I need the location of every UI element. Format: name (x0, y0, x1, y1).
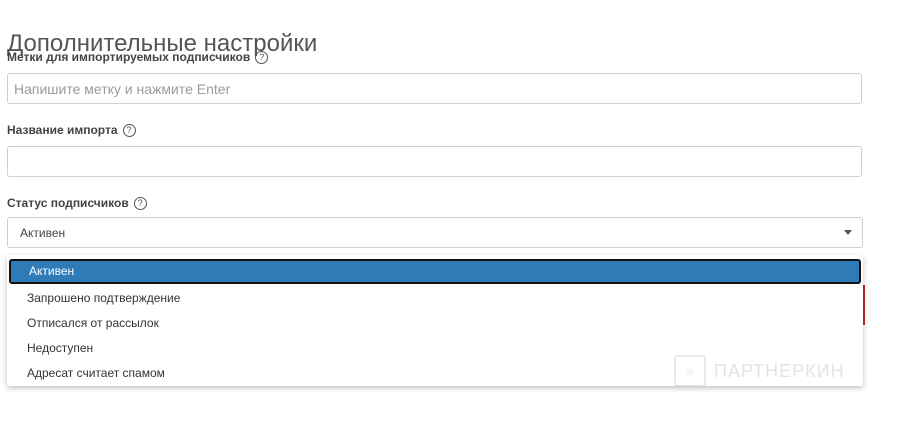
status-option[interactable]: Отписался от рассылок (7, 311, 863, 336)
status-option[interactable]: Активен (9, 259, 861, 284)
chevron-down-icon (844, 230, 852, 235)
help-icon[interactable]: ? (255, 50, 269, 64)
tags-label: Метки для импортируемых подписчиков ? (7, 50, 269, 64)
tags-input[interactable] (7, 73, 862, 104)
watermark-text: ПАРТНЕРКИН (714, 360, 845, 381)
watermark: ◎ ПАРТНЕРКИН (674, 355, 845, 387)
help-icon[interactable]: ? (122, 123, 136, 137)
status-select[interactable]: Активен (7, 217, 863, 248)
help-icon[interactable]: ? (133, 196, 147, 210)
tags-label-text: Метки для импортируемых подписчиков (7, 50, 251, 64)
status-label-text: Статус подписчиков (7, 196, 129, 210)
watermark-logo-icon: ◎ (674, 355, 706, 387)
import-name-input[interactable] (7, 146, 862, 177)
status-option[interactable]: Запрошено подтверждение (7, 286, 863, 311)
status-label: Статус подписчиков ? (7, 196, 147, 210)
status-select-value: Активен (20, 225, 66, 240)
import-name-label-text: Название импорта (7, 123, 118, 137)
import-name-label: Название импорта ? (7, 123, 136, 137)
